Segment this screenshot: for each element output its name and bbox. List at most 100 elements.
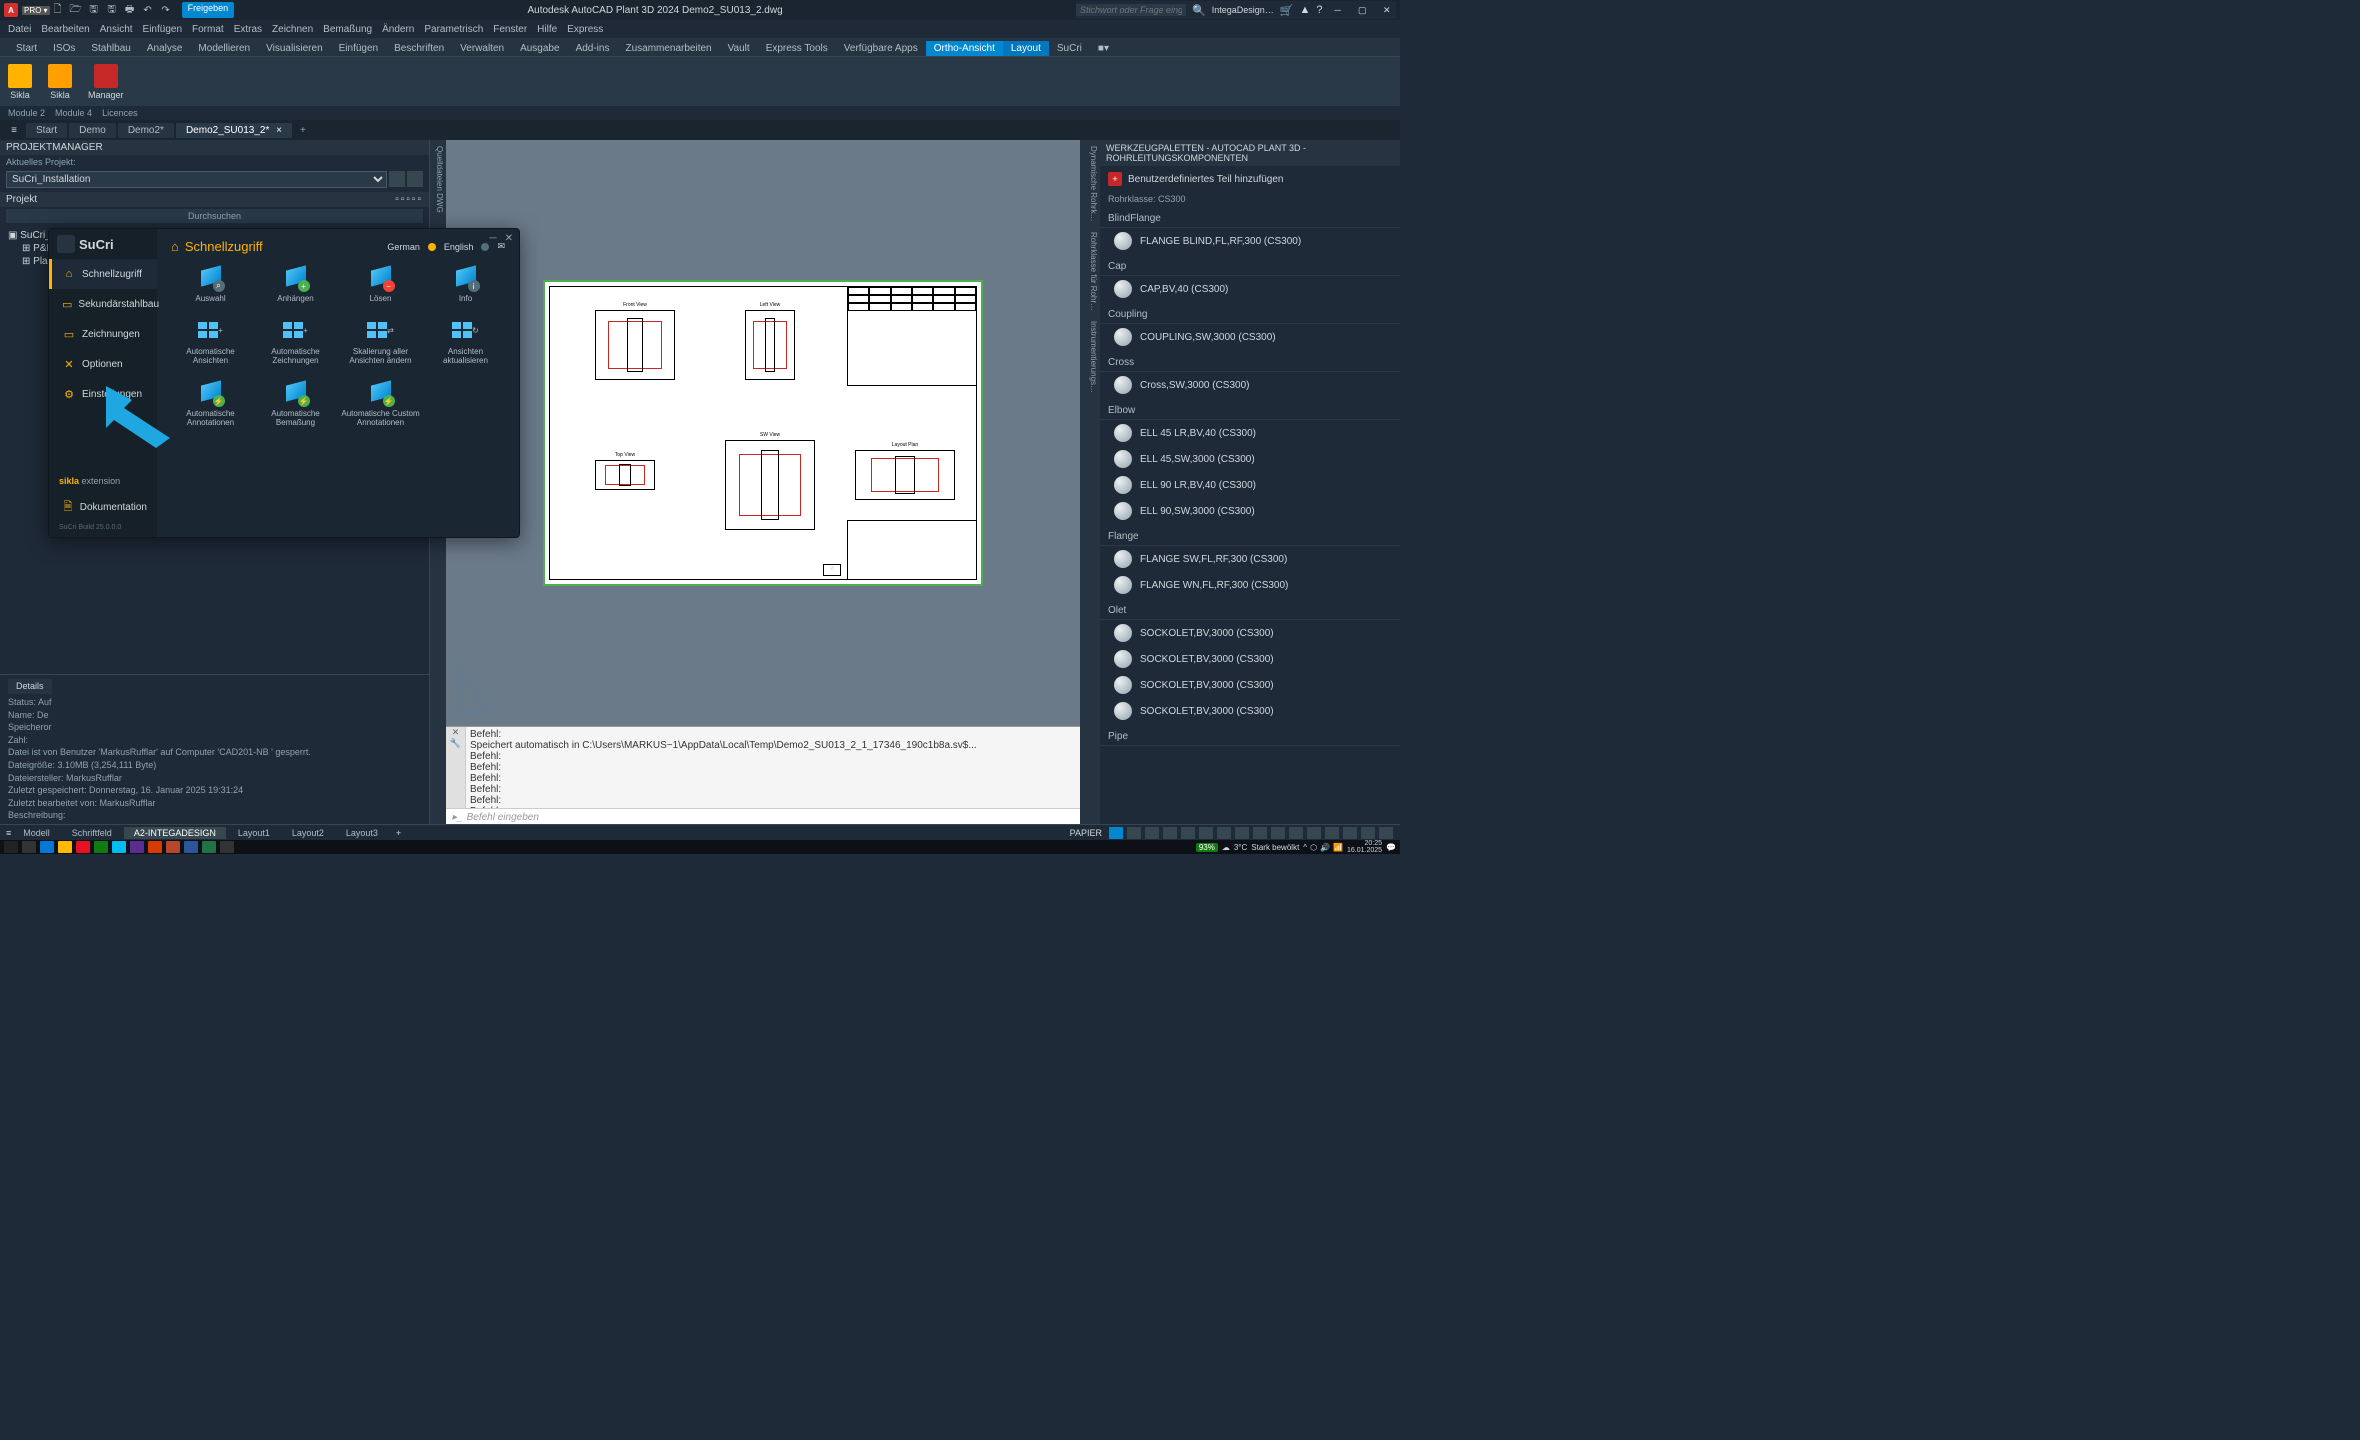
palette-vtab[interactable]: Instrumentierungs… <box>1082 321 1098 393</box>
weather-widget[interactable]: ☁ 3°C Stark bewölkt <box>1222 843 1299 852</box>
menu-ändern[interactable]: Ändern <box>382 24 414 35</box>
drawing-view[interactable]: Front View <box>595 302 675 380</box>
sucri-tool-automatische-ansichten[interactable]: +Automatische Ansichten <box>171 317 250 365</box>
palette-item[interactable]: SOCKOLET,BV,3000 (CS300) <box>1100 698 1400 724</box>
sucri-tool-automatische-annotationen[interactable]: ⚡Automatische Annotationen <box>171 379 250 427</box>
menu-format[interactable]: Format <box>192 24 224 35</box>
palette-item[interactable]: FLANGE BLIND,FL,RF,300 (CS300) <box>1100 228 1400 254</box>
details-tab[interactable]: Details <box>8 679 52 694</box>
palette-vertical-tabs[interactable]: Dynamische Rohrk…Rohrklasse für Rohr…Ins… <box>1080 140 1100 826</box>
tray-icon[interactable]: 🔊 <box>1320 843 1330 852</box>
ribbon-tab-express-tools[interactable]: Express Tools <box>758 41 836 56</box>
status-icon[interactable] <box>1145 827 1159 839</box>
clock[interactable]: 20:2516.01.2025 <box>1347 840 1382 854</box>
status-icon[interactable] <box>1271 827 1285 839</box>
sucri-nav-sekundärstahlbau[interactable]: ▭Sekundärstahlbau <box>49 289 157 319</box>
ribbon-button-sikla[interactable]: Sikla <box>48 64 72 100</box>
ribbon-tab-layout[interactable]: Layout <box>1003 41 1049 56</box>
sucri-tool-automatische-bemaßung[interactable]: ⚡Automatische Bemaßung <box>256 379 335 427</box>
sucri-tool-lösen[interactable]: −Lösen <box>341 264 420 303</box>
task-icon[interactable] <box>22 841 36 853</box>
ribbon-tab-start[interactable]: Start <box>8 41 45 56</box>
status-icon[interactable] <box>1181 827 1195 839</box>
apps-icon[interactable]: ▲ <box>1299 4 1310 16</box>
sucri-minimize-icon[interactable]: ─ <box>490 233 497 244</box>
task-icon[interactable] <box>148 841 162 853</box>
ribbon-tab-verfügbare-apps[interactable]: Verfügbare Apps <box>836 41 926 56</box>
ribbon-tab-vault[interactable]: Vault <box>720 41 758 56</box>
palette-item[interactable]: COUPLING,SW,3000 (CS300) <box>1100 324 1400 350</box>
user-label[interactable]: IntegaDesign… <box>1212 5 1274 15</box>
sucri-tool-anhängen[interactable]: +Anhängen <box>256 264 335 303</box>
menu-bemaßung[interactable]: Bemaßung <box>323 24 372 35</box>
palette-vtab[interactable]: Rohrklasse für Rohr… <box>1082 232 1098 311</box>
saveas-icon[interactable]: 🖫 <box>104 2 120 18</box>
ribbon-tab-more[interactable]: ■▾ <box>1090 41 1117 56</box>
menu-ansicht[interactable]: Ansicht <box>100 24 133 35</box>
menu-hilfe[interactable]: Hilfe <box>537 24 557 35</box>
maximize-button[interactable]: ▢ <box>1353 1 1372 19</box>
sectab-module-2[interactable]: Module 2 <box>8 108 45 118</box>
cmd-wrench-icon[interactable]: 🔧 <box>446 738 465 749</box>
ribbon-tab-add-ins[interactable]: Add-ins <box>568 41 618 56</box>
task-icon[interactable] <box>76 841 90 853</box>
layout-tab[interactable]: Schriftfeld <box>62 827 122 839</box>
layout-tab[interactable]: Layout1 <box>228 827 280 839</box>
drawing-area[interactable]: Front ViewLeft ViewTop ViewSW ViewLayout… <box>446 140 1080 826</box>
layout-tab[interactable]: A2-INTEGADESIGN <box>124 827 226 839</box>
pm-icon2[interactable] <box>407 171 423 187</box>
close-button[interactable]: ✕ <box>1378 1 1397 19</box>
ribbon-tab-sucri[interactable]: SuCri <box>1049 41 1090 56</box>
status-icon[interactable] <box>1199 827 1213 839</box>
help-search-input[interactable] <box>1076 4 1186 16</box>
open-icon[interactable]: 🗁 <box>68 2 84 18</box>
palette-item[interactable]: CAP,BV,40 (CS300) <box>1100 276 1400 302</box>
ribbon-tab-ortho-ansicht[interactable]: Ortho-Ansicht <box>926 41 1003 56</box>
status-icon[interactable] <box>1217 827 1231 839</box>
ribbon-tab-visualisieren[interactable]: Visualisieren <box>258 41 331 56</box>
drawing-view[interactable]: Top View <box>595 452 655 490</box>
paper-sheet[interactable]: Front ViewLeft ViewTop ViewSW ViewLayout… <box>543 280 983 586</box>
doctab[interactable]: Start <box>26 123 67 138</box>
menu-parametrisch[interactable]: Parametrisch <box>424 24 483 35</box>
layout-tab[interactable]: Layout3 <box>336 827 388 839</box>
status-icon[interactable] <box>1127 827 1141 839</box>
palette-item[interactable]: ELL 90,SW,3000 (CS300) <box>1100 498 1400 524</box>
search-icon[interactable]: 🔍 <box>1192 4 1206 17</box>
status-icon[interactable] <box>1109 827 1123 839</box>
sucri-nav-optionen[interactable]: ✕Optionen <box>49 349 157 379</box>
task-icon[interactable] <box>94 841 108 853</box>
sectab-licences[interactable]: Licences <box>102 108 138 118</box>
menu-datei[interactable]: Datei <box>8 24 31 35</box>
add-custom-part[interactable]: + Benutzerdefiniertes Teil hinzufügen <box>1100 166 1400 192</box>
status-icon[interactable] <box>1235 827 1249 839</box>
start-icon[interactable] <box>4 841 18 853</box>
palette-item[interactable]: Cross,SW,3000 (CS300) <box>1100 372 1400 398</box>
sucri-documentation[interactable]: 🗎Dokumentation <box>49 492 157 522</box>
menu-extras[interactable]: Extras <box>234 24 262 35</box>
status-icon[interactable] <box>1289 827 1303 839</box>
new-tab-button[interactable]: + <box>294 125 312 136</box>
sucri-nav-einstellungen[interactable]: ⚙Einstellungen <box>49 379 157 409</box>
command-history[interactable]: ✕🔧 Befehl:Speichert automatisch in C:\Us… <box>446 727 1080 808</box>
status-icon[interactable] <box>1379 827 1393 839</box>
sucri-language-switch[interactable]: GermanEnglish✉ <box>387 241 505 252</box>
cart-icon[interactable]: 🛒 <box>1280 4 1294 17</box>
pm-toolbar-icons[interactable]: ▫▫▫▫▫ <box>395 194 423 205</box>
cmd-close-icon[interactable]: ✕ <box>446 727 465 738</box>
system-tray[interactable]: ^ ⬡ 🔊 📶 <box>1303 843 1343 852</box>
task-icon[interactable] <box>220 841 234 853</box>
new-icon[interactable]: 🗋 <box>50 2 66 18</box>
status-icon[interactable] <box>1343 827 1357 839</box>
ribbon-tab-isos[interactable]: ISOs <box>45 41 83 56</box>
task-icon[interactable] <box>202 841 216 853</box>
doctab[interactable]: Demo2_SU013_2* × <box>176 123 292 138</box>
doctab[interactable]: Demo <box>69 123 116 138</box>
doctab[interactable]: Demo2* <box>118 123 174 138</box>
sucri-tool-ansichten-aktualisieren[interactable]: ↻Ansichten aktualisieren <box>426 317 505 365</box>
pm-search-input[interactable]: Durchsuchen <box>6 209 423 223</box>
palette-item[interactable]: ELL 45 LR,BV,40 (CS300) <box>1100 420 1400 446</box>
palette-item[interactable]: FLANGE SW,FL,RF,300 (CS300) <box>1100 546 1400 572</box>
sucri-tool-auswahl[interactable]: ⌕Auswahl <box>171 264 250 303</box>
ribbon-tab-einfügen[interactable]: Einfügen <box>331 41 386 56</box>
